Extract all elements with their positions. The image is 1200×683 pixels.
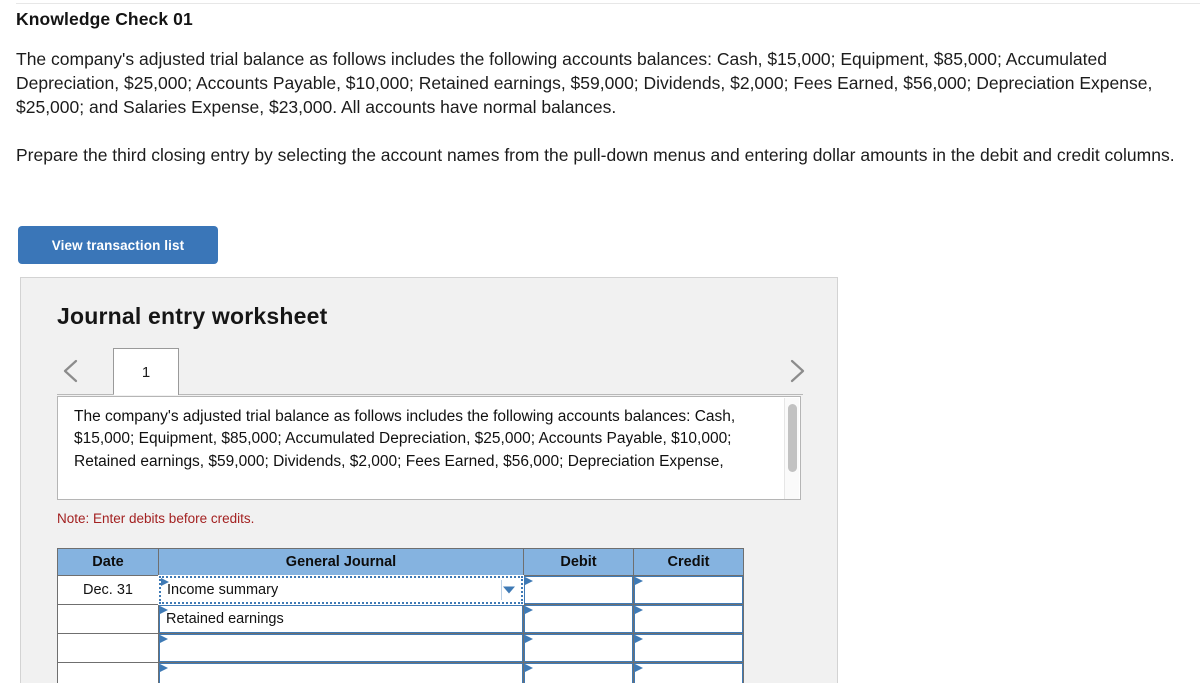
- row-debit-cell[interactable]: [523, 575, 634, 605]
- table-row: [57, 662, 744, 683]
- account-dropdown-2[interactable]: Retained earnings: [159, 605, 523, 633]
- debit-input-3[interactable]: [524, 634, 633, 662]
- column-header-date: Date: [57, 548, 159, 576]
- worksheet-title: Journal entry worksheet: [57, 303, 328, 329]
- row-credit-cell[interactable]: [633, 662, 744, 683]
- credit-input-2[interactable]: [634, 605, 743, 633]
- account-dropdown-1-value: Income summary: [167, 582, 279, 598]
- row-date-cell: [57, 604, 159, 634]
- credit-input-3[interactable]: [634, 634, 743, 662]
- journal-entry-worksheet-panel: Journal entry worksheet 1 The company's …: [20, 277, 838, 683]
- row-account-cell[interactable]: Income summary: [158, 575, 524, 605]
- account-dropdown-3[interactable]: [159, 634, 523, 662]
- worksheet-description-text: The company's adjusted trial balance as …: [74, 408, 740, 470]
- view-transaction-list-button[interactable]: View transaction list: [18, 226, 218, 264]
- chevron-down-icon[interactable]: [503, 586, 515, 594]
- debit-input-2[interactable]: [524, 605, 633, 633]
- description-scrollbar-thumb[interactable]: [788, 404, 797, 472]
- table-row: Retained earnings: [57, 604, 744, 634]
- prompt-paragraph-2: Prepare the third closing entry by selec…: [16, 145, 1175, 165]
- column-header-general-journal: General Journal: [158, 548, 524, 576]
- account-dropdown-1[interactable]: Income summary: [158, 575, 524, 605]
- page-title: Knowledge Check 01: [16, 9, 193, 29]
- row-credit-cell[interactable]: [633, 575, 744, 605]
- row-date-cell: [57, 662, 159, 683]
- journal-table-header-row: Date General Journal Debit Credit: [57, 548, 744, 576]
- credit-input-1[interactable]: [634, 576, 743, 604]
- row-debit-cell[interactable]: [523, 662, 634, 683]
- worksheet-tab-1[interactable]: 1: [113, 348, 179, 395]
- debit-input-1[interactable]: [524, 576, 633, 604]
- description-scrollbar-track[interactable]: [784, 398, 799, 499]
- debits-before-credits-note: Note: Enter debits before credits.: [57, 511, 255, 526]
- column-header-debit: Debit: [523, 548, 634, 576]
- debit-input-4[interactable]: [524, 663, 633, 683]
- row-credit-cell[interactable]: [633, 633, 744, 663]
- row-debit-cell[interactable]: [523, 633, 634, 663]
- worksheet-tabstrip: 1: [21, 348, 837, 395]
- account-dropdown-2-value: Retained earnings: [166, 611, 284, 627]
- table-row: [57, 633, 744, 663]
- column-header-credit: Credit: [633, 548, 744, 576]
- row-debit-cell[interactable]: [523, 604, 634, 634]
- worksheet-description-box: The company's adjusted trial balance as …: [57, 396, 801, 500]
- page-root: Knowledge Check 01 The company's adjuste…: [0, 0, 1200, 683]
- row-date-cell: Dec. 31: [57, 575, 159, 605]
- row-account-cell[interactable]: [158, 633, 524, 663]
- next-entry-button[interactable]: [781, 356, 811, 386]
- journal-entry-table: Date General Journal Debit Credit Dec. 3…: [57, 548, 744, 683]
- top-divider: [16, 3, 1200, 4]
- credit-input-4[interactable]: [634, 663, 743, 683]
- row-date-cell: [57, 633, 159, 663]
- table-row: Dec. 31 Income summary: [57, 575, 744, 605]
- dropdown-separator: [501, 580, 502, 600]
- row-credit-cell[interactable]: [633, 604, 744, 634]
- prev-entry-button[interactable]: [57, 356, 87, 386]
- prompt-paragraph-1: The company's adjusted trial balance as …: [16, 49, 1153, 117]
- row-account-cell[interactable]: Retained earnings: [158, 604, 524, 634]
- account-dropdown-4[interactable]: [159, 663, 523, 683]
- row-account-cell[interactable]: [158, 662, 524, 683]
- tabstrip-rule-right: [179, 394, 803, 395]
- tabstrip-rule-left: [57, 394, 114, 395]
